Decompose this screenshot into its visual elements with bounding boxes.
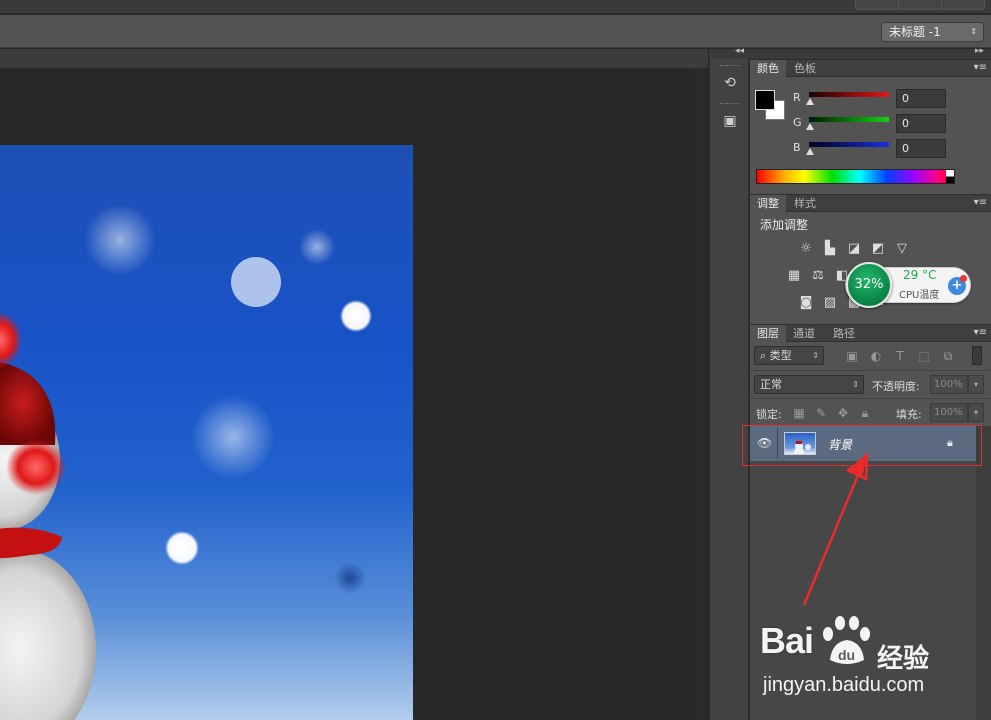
- watermark-brand-suffix: 经验: [877, 644, 930, 674]
- panel-menu-icon[interactable]: ▾≡: [974, 60, 987, 76]
- collapse-left-icon[interactable]: ◂◂: [735, 46, 744, 56]
- vibrance-icon[interactable]: ▽: [893, 241, 911, 257]
- invert-icon[interactable]: ◙: [797, 295, 815, 311]
- baidu-paw-icon: du: [823, 616, 870, 664]
- curves-icon[interactable]: ◪: [845, 241, 863, 257]
- channel-g-label: G: [793, 116, 802, 129]
- properties-icon[interactable]: ▣: [718, 109, 742, 133]
- options-bar: 未标题 -1 ⇕: [0, 15, 991, 48]
- opacity-label: 不透明度:: [872, 380, 920, 393]
- column-grip[interactable]: [720, 103, 740, 106]
- divider: [750, 398, 991, 399]
- cpu-label: CPU温度: [899, 290, 940, 301]
- opacity-input[interactable]: 100%: [930, 375, 968, 394]
- watermark-brand: Bai: [760, 620, 814, 661]
- cpu-usage-indicator[interactable]: 32%: [846, 262, 892, 308]
- tab-styles[interactable]: 样式: [787, 195, 823, 212]
- panel-icon-column: ⟲ ▣: [709, 59, 749, 720]
- fill-input[interactable]: 100%: [930, 403, 968, 422]
- hue-saturation-icon[interactable]: ▦: [785, 268, 803, 284]
- updown-icon: ⇕: [812, 351, 819, 360]
- maximize-button[interactable]: [898, 0, 942, 10]
- color-balance-icon[interactable]: ⚖: [809, 268, 827, 284]
- updown-icon: ⇕: [852, 380, 859, 389]
- filter-toggle[interactable]: [972, 346, 982, 365]
- channel-g-value[interactable]: 0: [896, 114, 946, 133]
- lock-label: 锁定:: [756, 408, 782, 421]
- tab-swatches[interactable]: 色板: [787, 60, 823, 77]
- channel-r-label: R: [793, 91, 801, 104]
- exposure-icon[interactable]: ◩: [869, 241, 887, 257]
- layer-filter-select[interactable]: ⌕ 类型 ⇕: [754, 346, 824, 365]
- add-adjustment-heading: 添加调整: [760, 218, 809, 232]
- channel-b-label: B: [793, 141, 801, 154]
- highlight-box: [742, 425, 982, 466]
- layers-panel-tabs: 图层 通道 路径 ▾≡: [750, 325, 991, 342]
- notification-dot: [960, 275, 967, 282]
- snowman-illustration: [0, 204, 372, 720]
- document-selector-value: 未标题 -1: [889, 25, 941, 39]
- black-white-ramp[interactable]: [946, 170, 954, 183]
- layer-filter-value: 类型: [769, 349, 792, 362]
- lock-image-icon[interactable]: ✎: [813, 405, 829, 421]
- channel-g-thumb[interactable]: [806, 123, 814, 130]
- adjustments-panel-tabs: 调整 样式 ▾≡: [750, 195, 991, 212]
- minimize-button[interactable]: [855, 0, 899, 10]
- channel-g-slider[interactable]: [809, 117, 889, 122]
- filter-smart-object-icon[interactable]: ⧉: [940, 348, 956, 364]
- blend-mode-select[interactable]: 正常 ⇕: [754, 375, 864, 394]
- search-icon: ⌕: [760, 349, 770, 362]
- lock-all-icon[interactable]: 🔒︎: [857, 405, 873, 421]
- document-tab-strip: [0, 49, 708, 69]
- panel-menu-icon[interactable]: ▾≡: [974, 325, 987, 341]
- channel-b-slider[interactable]: [809, 142, 889, 147]
- blend-mode-value: 正常: [760, 378, 782, 391]
- lock-position-icon[interactable]: ✥: [835, 405, 851, 421]
- document-selector[interactable]: 未标题 -1 ⇕: [881, 22, 984, 42]
- lock-transparent-icon[interactable]: ▦: [791, 405, 807, 421]
- tab-adjustments[interactable]: 调整: [750, 195, 786, 212]
- color-spectrum-bar[interactable]: [756, 169, 955, 184]
- layers-scrollbar[interactable]: [976, 427, 991, 720]
- panel-menu-icon[interactable]: ▾≡: [974, 195, 987, 211]
- filter-shape-icon[interactable]: ⬚: [916, 348, 932, 364]
- fill-label: 填充:: [896, 408, 922, 421]
- fill-dropdown[interactable]: ▾: [968, 403, 984, 422]
- history-icon[interactable]: ⟲: [718, 71, 742, 95]
- cpu-temperature: 29 °C: [903, 268, 937, 282]
- close-button[interactable]: [941, 0, 985, 10]
- panel-collapse-strip[interactable]: ◂◂ ▸▸: [709, 46, 991, 59]
- channel-r-thumb[interactable]: [806, 98, 814, 105]
- channel-b-thumb[interactable]: [806, 148, 814, 155]
- watermark-url: jingyan.baidu.com: [763, 674, 925, 696]
- canvas-scrollbar[interactable]: [692, 69, 708, 720]
- tab-layers[interactable]: 图层: [750, 325, 786, 342]
- svg-text:du: du: [838, 647, 855, 663]
- levels-icon[interactable]: ▙: [821, 241, 839, 257]
- column-grip[interactable]: [720, 65, 740, 68]
- posterize-icon[interactable]: ▨: [821, 295, 839, 311]
- channel-r-value[interactable]: 0: [896, 89, 946, 108]
- tab-paths[interactable]: 路径: [826, 325, 862, 342]
- updown-icon: ⇕: [970, 27, 977, 36]
- color-panel: 颜色 色板 ▾≡ R 0 G 0 B 0: [750, 60, 991, 192]
- filter-type-icon[interactable]: T: [892, 348, 908, 364]
- filter-adjustment-icon[interactable]: ◐: [868, 348, 884, 364]
- filter-pixel-icon[interactable]: ▣: [844, 348, 860, 364]
- tab-color[interactable]: 颜色: [750, 60, 786, 77]
- color-panel-tabs: 颜色 色板 ▾≡: [750, 60, 991, 77]
- opacity-dropdown[interactable]: ▾: [968, 375, 984, 394]
- window-title-strip: [0, 0, 991, 14]
- channel-r-slider[interactable]: [809, 92, 889, 97]
- tab-channels[interactable]: 通道: [786, 325, 822, 342]
- foreground-color-swatch[interactable]: [755, 90, 775, 110]
- snowman-image[interactable]: [0, 145, 413, 720]
- brightness-icon[interactable]: ☼: [797, 241, 815, 257]
- divider: [750, 370, 991, 371]
- collapse-right-icon[interactable]: ▸▸: [975, 46, 984, 56]
- channel-b-value[interactable]: 0: [896, 139, 946, 158]
